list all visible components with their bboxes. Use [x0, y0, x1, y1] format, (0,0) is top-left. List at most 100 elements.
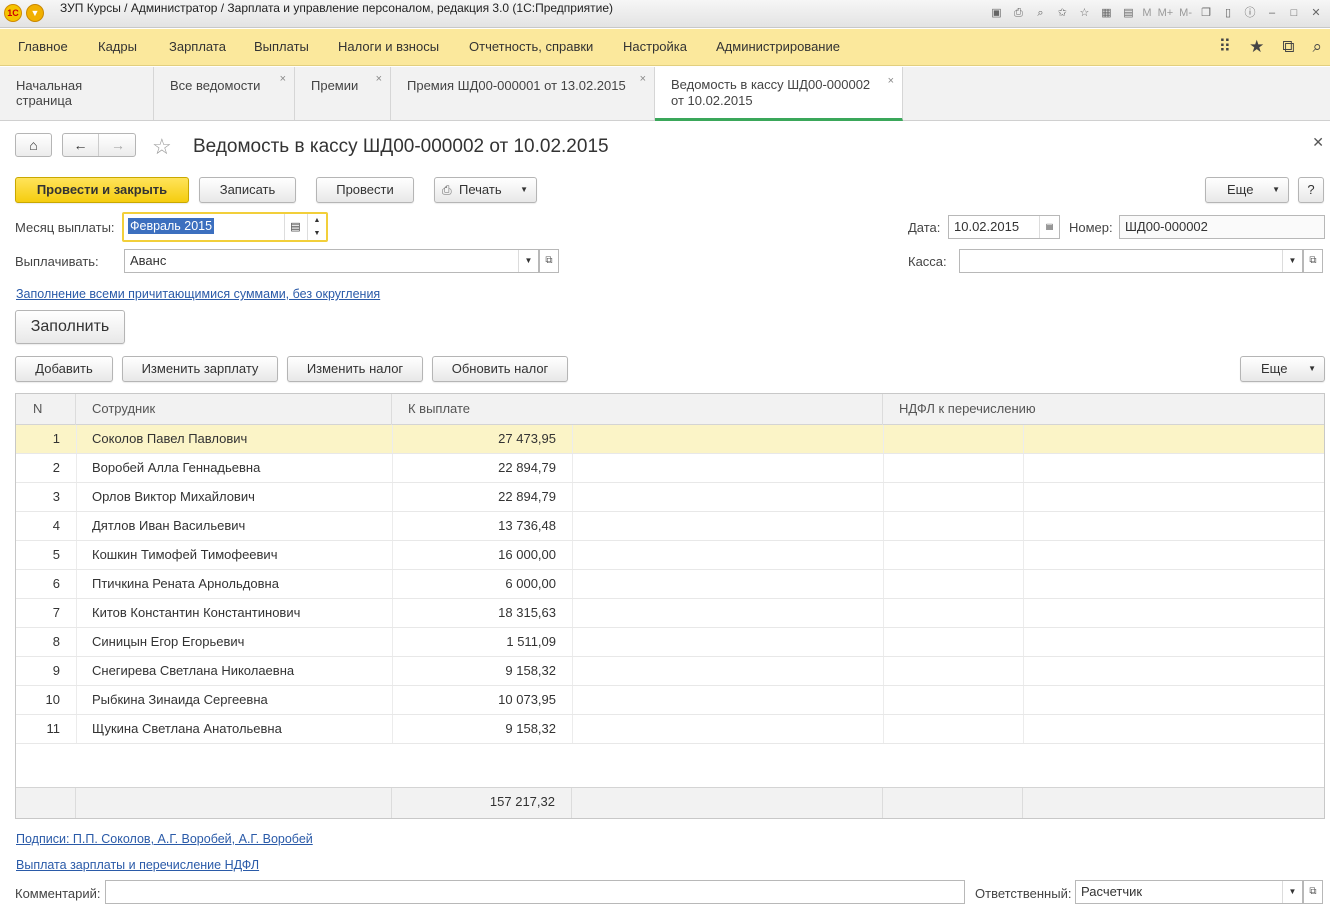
tax-amount[interactable]: [883, 512, 1023, 540]
search-icon[interactable]: ⌕: [1312, 37, 1322, 57]
amount-to-pay[interactable]: 13 736,48: [392, 512, 556, 540]
tab-bonus-document[interactable]: Премия ШД00-000001 от 13.02.2015 ×: [391, 67, 655, 120]
tax-amount[interactable]: [883, 483, 1023, 511]
menu-settings[interactable]: Настройка: [623, 39, 687, 54]
close-window-icon[interactable]: ✕: [1308, 5, 1324, 21]
number-field[interactable]: ШД00-000002: [1119, 215, 1325, 239]
amount-to-pay[interactable]: 22 894,79: [392, 483, 556, 511]
month-field[interactable]: Февраль 2015 ▤ ▲ ▼: [122, 212, 328, 242]
app-menu-chevron-icon[interactable]: ▼: [26, 4, 44, 22]
signatures-link[interactable]: Подписи: П.П. Соколов, А.Г. Воробей, А.Г…: [16, 832, 313, 846]
tab-all-statements[interactable]: Все ведомости ×: [154, 67, 295, 120]
tax-amount[interactable]: [883, 570, 1023, 598]
panels-icon[interactable]: ▯: [1220, 5, 1236, 21]
memory-minus-button[interactable]: M-: [1179, 7, 1192, 19]
table-row[interactable]: 11 Щукина Светлана Анатольевна 9 158,32: [16, 715, 1324, 744]
table-row[interactable]: 1 Соколов Павел Павлович 27 473,95: [16, 425, 1324, 454]
calendar-icon[interactable]: ▤: [1120, 5, 1136, 21]
tab-close-icon[interactable]: ×: [640, 73, 646, 85]
row-number[interactable]: 7: [16, 599, 60, 627]
save-button[interactable]: Записать: [199, 177, 296, 203]
favorites-add-icon[interactable]: ✩: [1054, 5, 1070, 21]
table-row[interactable]: 10 Рыбкина Зинаида Сергеевна 10 073,95: [16, 686, 1324, 715]
favorites-star-icon[interactable]: ★: [1249, 37, 1264, 57]
employee-name[interactable]: Птичкина Рената Арнольдовна: [92, 570, 382, 598]
pay-type-select[interactable]: Аванс ▼: [124, 249, 539, 273]
table-row[interactable]: 9 Снегирева Светлана Николаевна 9 158,32: [16, 657, 1324, 686]
menu-administration[interactable]: Администрирование: [716, 39, 840, 54]
tax-amount[interactable]: [883, 686, 1023, 714]
row-number[interactable]: 1: [16, 425, 60, 453]
table-row[interactable]: 6 Птичкина Рената Арнольдовна 6 000,00: [16, 570, 1324, 599]
table-row[interactable]: 8 Синицын Егор Егорьевич 1 511,09: [16, 628, 1324, 657]
close-form-icon[interactable]: ✕: [1312, 134, 1324, 151]
menu-payments[interactable]: Выплаты: [254, 39, 309, 54]
row-number[interactable]: 4: [16, 512, 60, 540]
column-header-n[interactable]: N: [16, 394, 76, 425]
history-icon[interactable]: ⧉: [1282, 37, 1294, 57]
menu-hr[interactable]: Кадры: [98, 39, 137, 54]
chevron-down-icon[interactable]: ▼: [518, 250, 538, 272]
tax-amount[interactable]: [883, 541, 1023, 569]
chevron-down-icon[interactable]: ▼: [1282, 250, 1302, 272]
calendar-icon[interactable]: ▤: [1039, 216, 1059, 238]
responsible-select[interactable]: Расчетчик ▼: [1075, 880, 1303, 904]
change-salary-button[interactable]: Изменить зарплату: [122, 356, 278, 382]
table-row[interactable]: 5 Кошкин Тимофей Тимофеевич 16 000,00: [16, 541, 1324, 570]
memory-m-button[interactable]: M: [1142, 7, 1151, 19]
tax-amount[interactable]: [883, 454, 1023, 482]
employee-name[interactable]: Китов Константин Константинович: [92, 599, 382, 627]
favorites-icon[interactable]: ☆: [1076, 5, 1092, 21]
month-down-icon[interactable]: ▼: [307, 227, 326, 240]
open-icon[interactable]: ⧉: [539, 249, 559, 273]
app-logo-icon[interactable]: 1С: [4, 4, 22, 22]
minimize-icon[interactable]: –: [1264, 5, 1280, 21]
employee-name[interactable]: Снегирева Светлана Николаевна: [92, 657, 382, 685]
tab-home[interactable]: Начальная страница: [0, 67, 154, 120]
fill-button[interactable]: Заполнить: [15, 310, 125, 344]
table-row[interactable]: 7 Китов Константин Константинович 18 315,6…: [16, 599, 1324, 628]
column-header-amount[interactable]: К выплате: [392, 394, 883, 425]
employee-name[interactable]: Кошкин Тимофей Тимофеевич: [92, 541, 382, 569]
cash-select[interactable]: ▼: [959, 249, 1303, 273]
payment-link[interactable]: Выплата зарплаты и перечисление НДФЛ: [16, 858, 259, 872]
employee-name[interactable]: Рыбкина Зинаида Сергеевна: [92, 686, 382, 714]
column-header-employee[interactable]: Сотрудник: [76, 394, 392, 425]
update-tax-button[interactable]: Обновить налог: [432, 356, 568, 382]
table-more-button[interactable]: Еще ▼: [1240, 356, 1325, 382]
help-button[interactable]: ?: [1298, 177, 1324, 203]
tab-bonuses[interactable]: Премии ×: [295, 67, 391, 120]
print-icon[interactable]: ⎙: [1010, 5, 1026, 21]
home-button[interactable]: ⌂: [15, 133, 52, 157]
column-header-tax[interactable]: НДФЛ к перечислению: [883, 394, 1324, 425]
menu-taxes[interactable]: Налоги и взносы: [338, 39, 439, 54]
employee-name[interactable]: Соколов Павел Павлович: [92, 425, 382, 453]
forward-arrow-icon[interactable]: →: [100, 134, 136, 156]
tab-close-icon[interactable]: ×: [280, 73, 286, 85]
row-number[interactable]: 3: [16, 483, 60, 511]
employee-name[interactable]: Воробей Алла Геннадьевна: [92, 454, 382, 482]
month-up-icon[interactable]: ▲: [307, 214, 326, 227]
menu-salary[interactable]: Зарплата: [169, 39, 226, 54]
preview-icon[interactable]: ⌕: [1032, 5, 1048, 21]
row-number[interactable]: 11: [16, 715, 61, 743]
employee-name[interactable]: Дятлов Иван Васильевич: [92, 512, 382, 540]
amount-to-pay[interactable]: 10 073,95: [392, 686, 556, 714]
row-number[interactable]: 10: [16, 686, 60, 714]
row-number[interactable]: 2: [16, 454, 60, 482]
add-row-button[interactable]: Добавить: [15, 356, 113, 382]
back-arrow-icon[interactable]: ←: [63, 134, 99, 156]
calendar-pick-icon[interactable]: ▤: [284, 214, 306, 240]
more-actions-button[interactable]: Еще ▼: [1205, 177, 1289, 203]
row-number[interactable]: 8: [16, 628, 60, 656]
tab-close-icon[interactable]: ×: [376, 73, 382, 85]
menu-main[interactable]: Главное: [18, 39, 68, 54]
tax-amount[interactable]: [883, 657, 1023, 685]
comment-input[interactable]: [105, 880, 965, 904]
menu-reports[interactable]: Отчетность, справки: [469, 39, 593, 54]
amount-to-pay[interactable]: 22 894,79: [392, 454, 556, 482]
post-and-close-button[interactable]: Провести и закрыть: [15, 177, 189, 203]
fill-mode-link[interactable]: Заполнение всеми причитающимися суммами,…: [16, 287, 380, 301]
chevron-down-icon[interactable]: ▼: [1282, 881, 1302, 903]
all-functions-grid-icon[interactable]: ⠿: [1219, 37, 1231, 57]
